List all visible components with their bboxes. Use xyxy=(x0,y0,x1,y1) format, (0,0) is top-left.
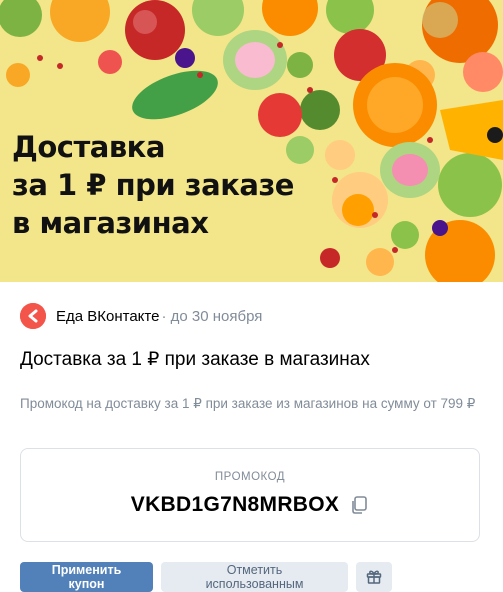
action-buttons: Применить купон Отметить использованным xyxy=(20,562,392,592)
gift-icon xyxy=(365,567,383,588)
copy-icon[interactable] xyxy=(349,495,369,515)
source-row: Еда ВКонтакте · до 30 ноября xyxy=(20,303,262,329)
vk-food-logo-icon xyxy=(20,303,46,329)
banner-title-line: Доставка xyxy=(12,130,165,164)
promo-label: ПРОМОКОД xyxy=(214,471,286,483)
mark-used-button[interactable]: Отметить использованным xyxy=(161,562,348,592)
promo-code-row: VKBD1G7N8MRBOX xyxy=(21,493,479,517)
promo-code[interactable]: VKBD1G7N8MRBOX xyxy=(131,493,339,517)
offer-title: Доставка за 1 ₽ при заказе в магазинах xyxy=(20,349,370,370)
gift-button[interactable] xyxy=(356,562,392,592)
offer-card: Еда ВКонтакте · до 30 ноября Доставка за… xyxy=(0,282,503,592)
source-name[interactable]: Еда ВКонтакте xyxy=(56,308,159,325)
banner-title: Доставка за 1 ₽ при заказе в магазинах xyxy=(12,128,294,242)
banner-title-line: в магазинах xyxy=(12,206,209,240)
apply-coupon-button[interactable]: Применить купон xyxy=(20,562,153,592)
offer-description: Промокод на доставку за 1 ₽ при заказе и… xyxy=(20,396,476,411)
banner-title-line: за 1 ₽ при заказе xyxy=(12,168,294,202)
offer-expiry: · до 30 ноября xyxy=(161,307,263,325)
promo-banner: Доставка за 1 ₽ при заказе в магазинах xyxy=(0,0,503,282)
promo-code-box: ПРОМОКОД VKBD1G7N8MRBOX xyxy=(20,448,480,542)
